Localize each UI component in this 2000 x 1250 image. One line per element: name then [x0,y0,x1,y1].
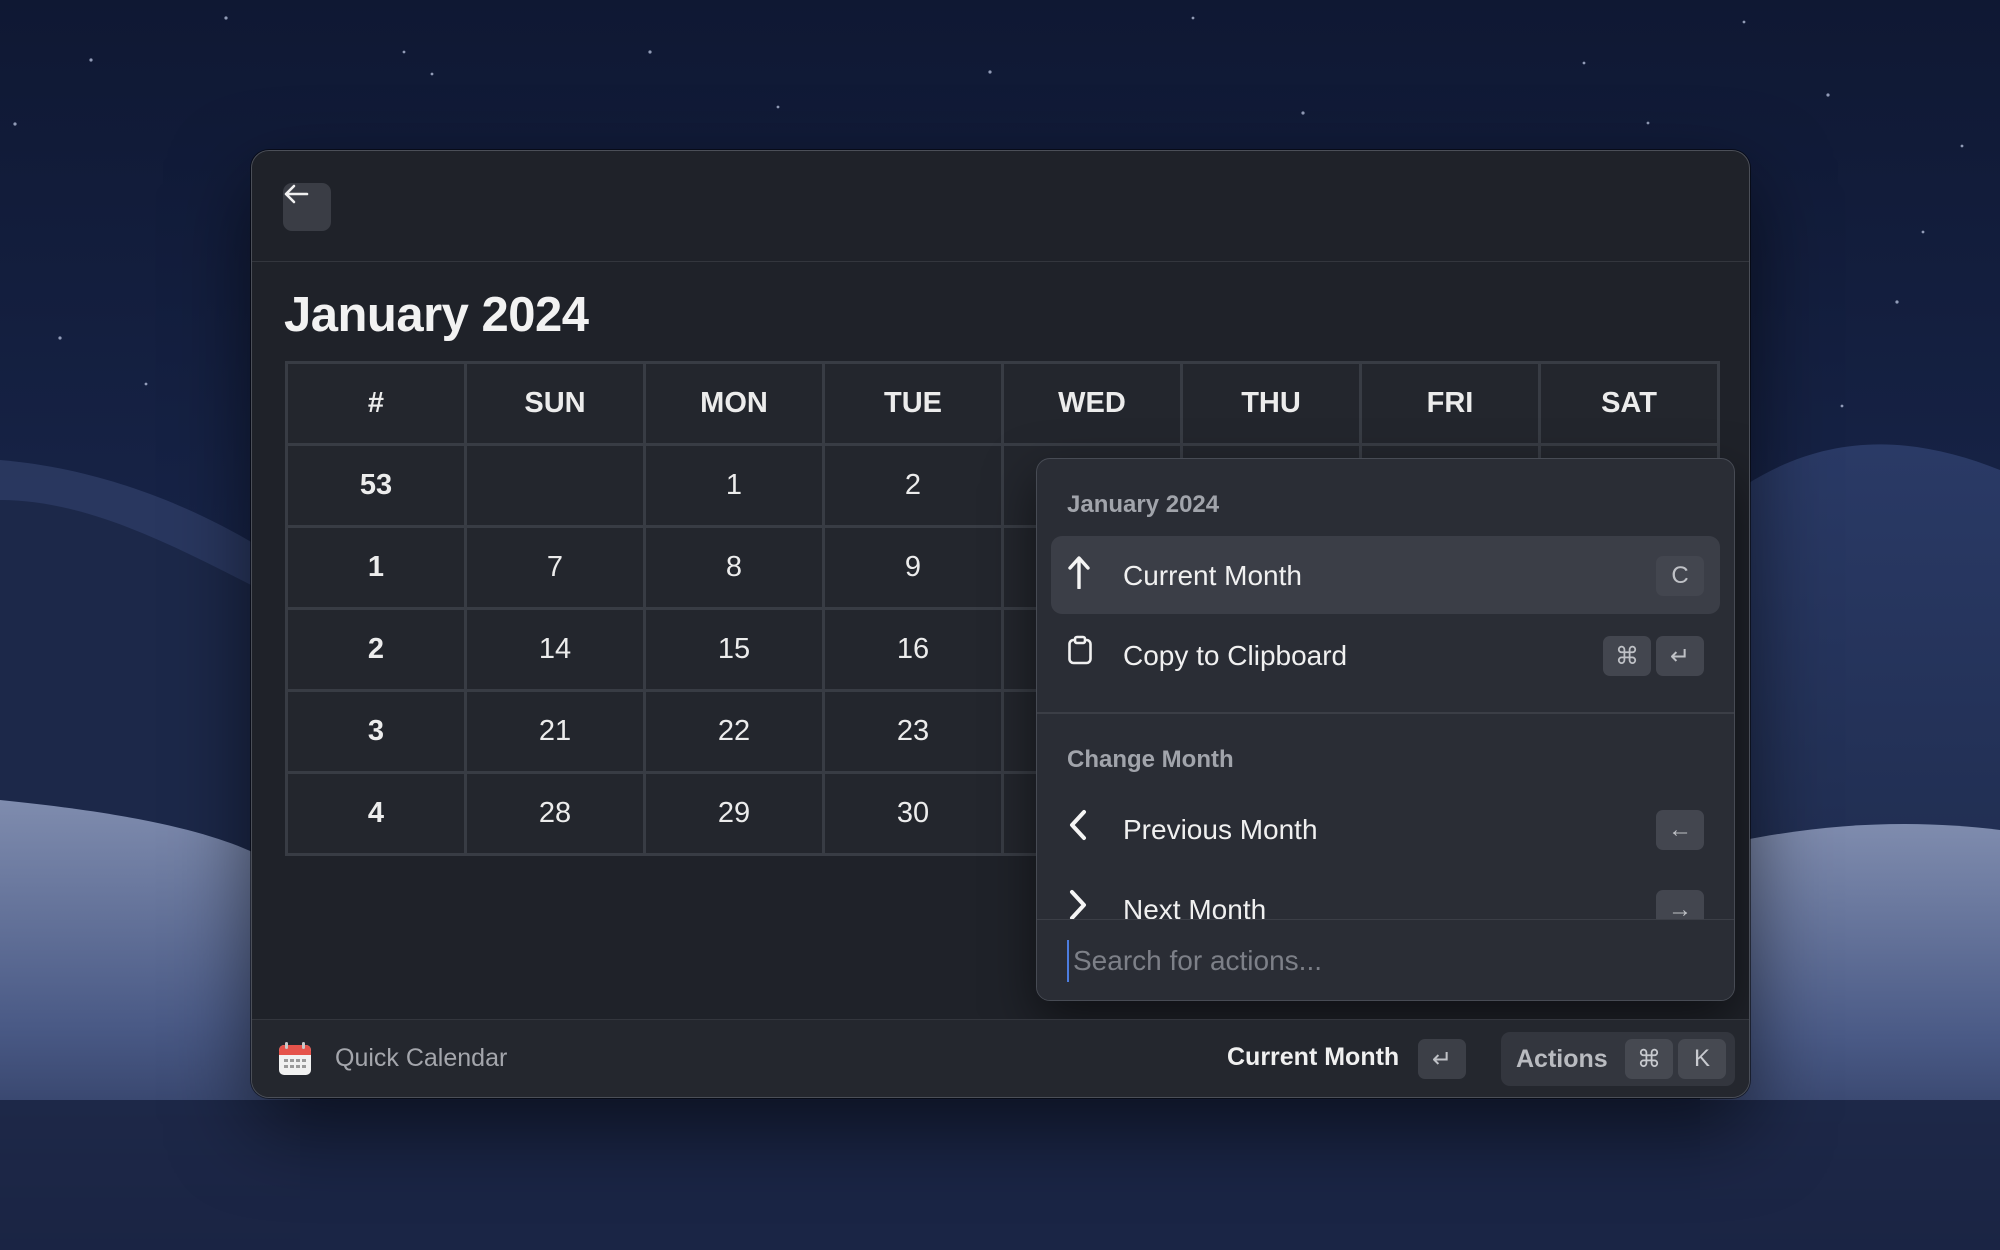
chevron-left-icon [1067,809,1107,849]
column-header-mon: MON [643,361,825,446]
left-arrow-key: ← [1656,810,1704,850]
week-number: 2 [285,607,467,692]
current-month-action[interactable]: Current Month C [1051,536,1720,614]
day-cell: 29 [643,771,825,856]
column-header-tue: TUE [822,361,1004,446]
week-number: 4 [285,771,467,856]
calendar-icon [279,1042,311,1075]
return-key: ↵ [1418,1039,1466,1079]
command-key: ⌘ [1603,636,1651,676]
clipboard-icon [1067,635,1107,675]
column-header-fri: FRI [1359,361,1541,446]
back-button[interactable] [283,183,331,231]
day-cell: 2 [822,443,1004,528]
actions-search-bar [1037,919,1734,1000]
shortcut-key: C [1656,556,1704,596]
copy-label: Copy to Clipboard [1123,640,1348,671]
day-cell: 28 [464,771,646,856]
actions-button[interactable]: Actions ⌘ K [1501,1032,1735,1086]
top-bar [252,151,1749,262]
day-cell: 23 [822,689,1004,774]
arrow-up-icon [1067,555,1107,595]
return-key: ↵ [1656,636,1704,676]
day-cell [464,443,646,528]
previous-month-label: Previous Month [1123,814,1318,845]
column-header-wed: WED [1001,361,1183,446]
day-cell: 8 [643,525,825,610]
day-cell: 14 [464,607,646,692]
week-number: 53 [285,443,467,528]
column-header-sat: SAT [1538,361,1720,446]
primary-action-button[interactable]: Current Month [1227,1043,1399,1072]
day-cell: 1 [643,443,825,528]
day-cell: 16 [822,607,1004,692]
command-key: ⌘ [1625,1039,1673,1079]
k-key: K [1678,1039,1726,1079]
column-header-sun: SUN [464,361,646,446]
day-cell: 7 [464,525,646,610]
day-cell: 15 [643,607,825,692]
calendar-window: January 2024 # SUN MON TUE WED THU FRI S… [251,150,1750,1098]
calendar-header-row: # SUN MON TUE WED THU FRI SAT [285,361,1720,446]
column-header-thu: THU [1180,361,1362,446]
day-cell: 30 [822,771,1004,856]
column-header-week: # [285,361,467,446]
day-cell: 9 [822,525,1004,610]
week-number: 1 [285,525,467,610]
footer-bar: Quick Calendar Current Month ↵ Actions ⌘… [252,1019,1749,1097]
current-month-label: Current Month [1123,560,1302,591]
actions-search-input[interactable] [1067,940,1695,982]
day-cell: 22 [643,689,825,774]
actions-label: Actions [1516,1045,1608,1073]
copy-to-clipboard-action[interactable]: Copy to Clipboard ⌘ ↵ [1051,616,1720,694]
previous-month-action[interactable]: Previous Month ← [1051,790,1720,868]
arrow-left-icon [284,184,309,204]
desktop-background: January 2024 # SUN MON TUE WED THU FRI S… [0,0,2000,1250]
section-divider [1037,712,1734,714]
app-name: Quick Calendar [335,1044,508,1072]
section-header-month: January 2024 [1067,491,1220,518]
actions-panel: January 2024 Current Month C Copy to Cli… [1036,458,1735,1001]
day-cell: 21 [464,689,646,774]
week-number: 3 [285,689,467,774]
section-header-change-month: Change Month [1067,746,1234,773]
page-title: January 2024 [284,288,589,342]
